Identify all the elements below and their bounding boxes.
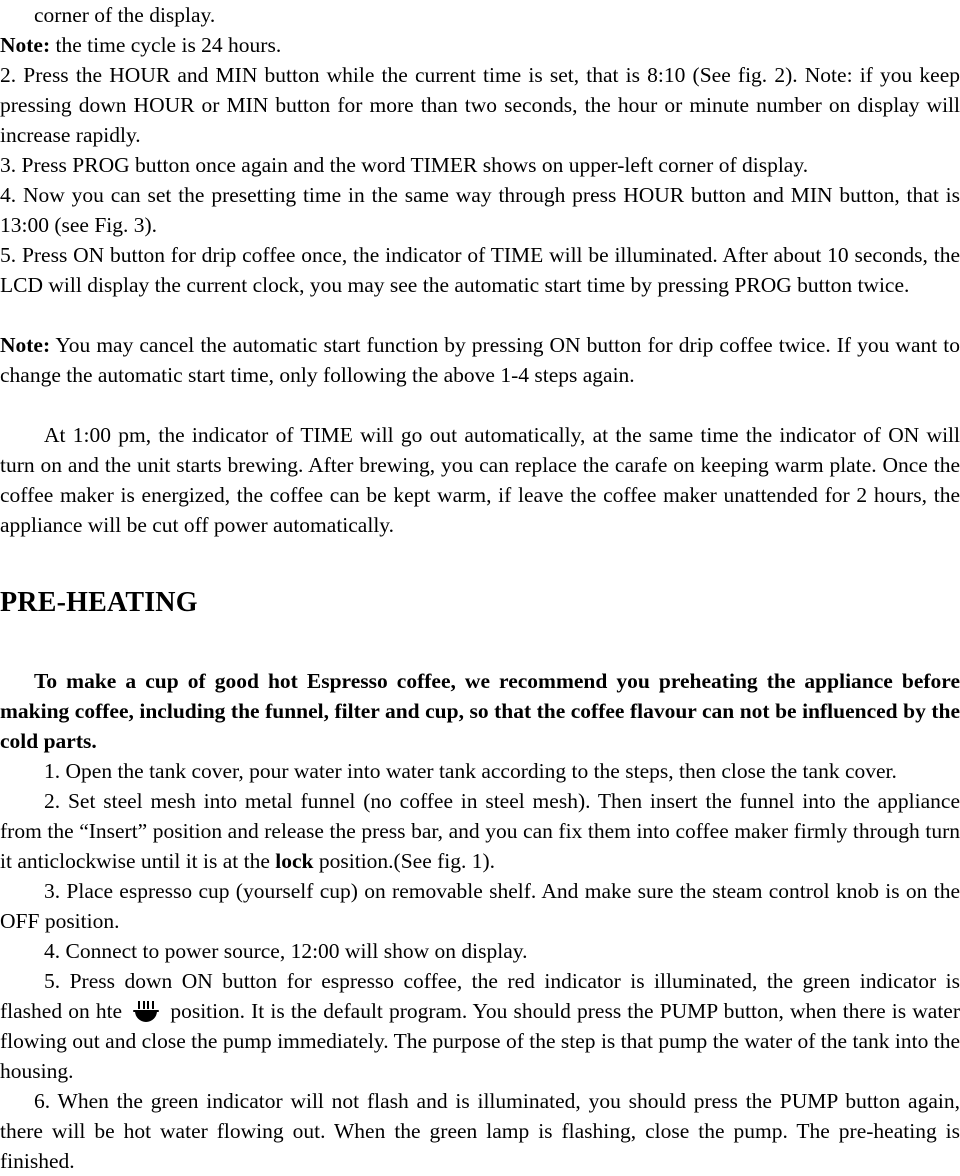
text-preheat-step-2-lock: lock [275,849,314,873]
text-preheating-intro: To make a cup of good hot Espresso coffe… [0,669,960,753]
paragraph-preheat-step-6: 6. When the green indicator will not fla… [0,1086,960,1176]
text-step-5: 5. Press ON button for drip coffee once,… [0,243,960,297]
text-preheat-step-3: 3. Place espresso cup (yourself cup) on … [0,879,960,933]
paragraph-preheat-step-5: 5. Press down ON button for espresso cof… [0,966,960,1086]
paragraph-corner-of-display: corner of the display. [0,0,960,30]
text-at-1pm: At 1:00 pm, the indicator of TIME will g… [0,423,960,537]
note-text: the time cycle is 24 hours. [50,33,282,57]
steam-line [147,1001,150,1009]
paragraph-step-4: 4. Now you can set the presetting time i… [0,180,960,240]
note-label: Note: [0,333,51,357]
paragraph-preheat-step-3: 3. Place espresso cup (yourself cup) on … [0,876,960,936]
text-preheat-step-1: 1. Open the tank cover, pour water into … [44,759,897,783]
paragraph-step-5: 5. Press ON button for drip coffee once,… [0,240,960,300]
text-preheat-step-2-part-b: position.(See fig. 1). [313,849,496,873]
steam-line [138,1001,141,1009]
paragraph-note-cancel-auto-start: Note: You may cancel the automatic start… [0,330,960,390]
paragraph-step-3: 3. Press PROG button once again and the … [0,150,960,180]
paragraph-preheat-step-1: 1. Open the tank cover, pour water into … [0,756,960,786]
text-step-2: 2. Press the HOUR and MIN button while t… [0,63,960,147]
text-step-3: 3. Press PROG button once again and the … [0,153,809,177]
heading-spacer [0,652,960,666]
page-heading-preheating: PRE-HEATING [0,587,198,618]
heading-spacer [0,622,960,652]
note-text: You may cancel the automatic start funct… [0,333,960,387]
paragraph-step-2: 2. Press the HOUR and MIN button while t… [0,60,960,150]
document-page: corner of the display. Note: the time cy… [0,0,960,1173]
text-preheat-step-6: 6. When the green indicator will not fla… [0,1089,960,1173]
paragraph-preheat-step-2: 2. Set steel mesh into metal funnel (no … [0,786,960,876]
paragraph-at-1pm: At 1:00 pm, the indicator of TIME will g… [0,420,960,540]
cup-bowl [135,1011,158,1022]
steam-line [151,1001,154,1009]
paragraph-preheating-intro: To make a cup of good hot Espresso coffe… [0,666,960,756]
text-step-4: 4. Now you can set the presetting time i… [0,183,960,237]
paragraph-note-time-cycle: Note: the time cycle is 24 hours. [0,30,960,60]
text-corner-of-display: corner of the display. [34,3,216,27]
text-preheat-step-4: 4. Connect to power source, 12:00 will s… [44,939,528,963]
steam-line [142,1001,145,1009]
page-body: corner of the display. Note: the time cy… [0,0,960,1176]
note-label: Note: [0,33,51,57]
steaming-cup-icon [133,1000,160,1022]
paragraph-preheat-step-4: 4. Connect to power source, 12:00 will s… [0,936,960,966]
